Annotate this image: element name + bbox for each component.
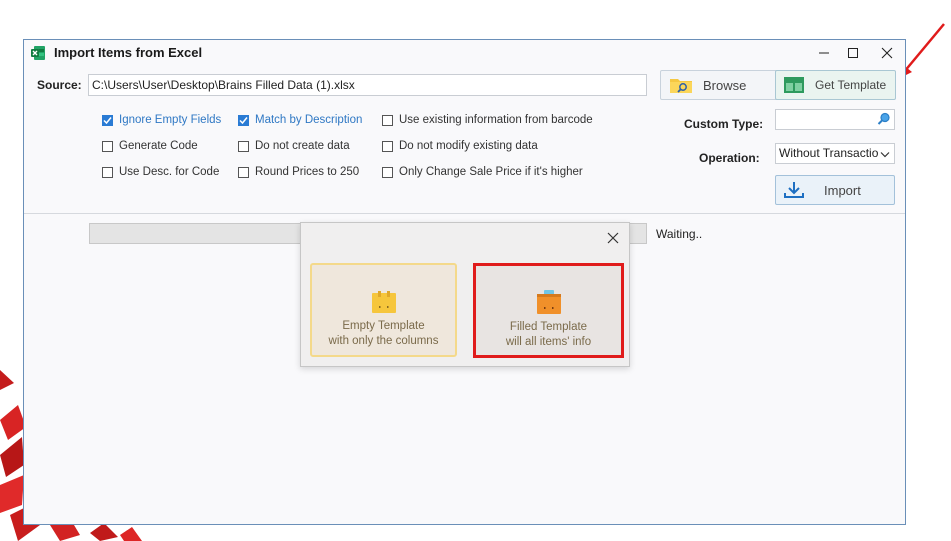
template-grid-icon [784, 77, 804, 93]
use-barcode-info-checkbox[interactable]: Use existing information from barcode [382, 114, 593, 126]
checkbox-label: Ignore Empty Fields [119, 114, 222, 126]
get-template-label: Get Template [815, 78, 887, 92]
checkbox-box [102, 166, 113, 178]
checkbox-box [238, 114, 249, 126]
filled-template-option[interactable]: Filled Template will all items' info [473, 263, 624, 358]
source-path-input[interactable]: C:\Users\User\Desktop\Brains Filled Data… [88, 74, 647, 96]
import-button[interactable]: Import [775, 175, 895, 205]
close-window-button[interactable] [870, 40, 904, 66]
checkbox-label: Generate Code [119, 140, 198, 152]
checkbox-label: Do not modify existing data [399, 140, 538, 152]
source-label: Source: [37, 78, 82, 92]
chevron-down-icon [880, 152, 890, 158]
close-icon [881, 47, 893, 59]
status-text: Waiting.. [656, 227, 703, 241]
use-desc-for-code-checkbox[interactable]: Use Desc. for Code [102, 166, 219, 178]
do-not-modify-data-checkbox[interactable]: Do not modify existing data [382, 140, 538, 152]
title-bar: Import Items from Excel [24, 40, 905, 66]
import-label: Import [824, 182, 861, 198]
filled-template-subtitle: will all items' info [505, 336, 592, 348]
operation-value: Without Transactio [779, 146, 879, 160]
checkbox-label: Match by Description [255, 114, 363, 126]
do-not-create-data-checkbox[interactable]: Do not create data [238, 140, 350, 152]
match-by-description-checkbox[interactable]: Match by Description [238, 114, 362, 126]
close-icon [607, 232, 619, 244]
custom-type-input[interactable] [775, 109, 895, 130]
folder-search-icon [670, 79, 692, 93]
operation-label: Operation: [699, 151, 760, 165]
template-popup: Empty Template with only the columns Fil… [300, 222, 630, 367]
checkbox-label: Only Change Sale Price if it's higher [399, 166, 583, 178]
download-icon [784, 182, 804, 198]
checkbox-box [382, 166, 393, 178]
operation-select[interactable]: Without Transactio [775, 143, 895, 164]
maximize-icon [848, 48, 858, 58]
round-prices-checkbox[interactable]: Round Prices to 250 [238, 166, 359, 178]
generate-code-checkbox[interactable]: Generate Code [102, 140, 198, 152]
checkbox-box [382, 140, 393, 152]
checkbox-label: Round Prices to 250 [255, 166, 360, 178]
change-sale-price-checkbox[interactable]: Only Change Sale Price if it's higher [382, 166, 583, 178]
custom-type-label: Custom Type: [684, 117, 764, 131]
check-icon [103, 116, 112, 124]
checkbox-label: Use Desc. for Code [119, 166, 220, 178]
browse-button[interactable]: Browse [660, 70, 778, 100]
minimize-icon [819, 52, 829, 54]
checkbox-box [102, 114, 113, 126]
empty-template-subtitle: with only the columns [328, 335, 439, 347]
checkbox-label: Use existing information from barcode [399, 114, 593, 126]
checkbox-box [382, 114, 393, 126]
separator [24, 213, 905, 214]
window-title: Import Items from Excel [54, 45, 203, 60]
maximize-button[interactable] [836, 40, 870, 66]
get-template-button[interactable]: Get Template [775, 70, 896, 100]
browse-label: Browse [703, 77, 747, 93]
popup-close-button[interactable] [607, 231, 619, 249]
check-icon [239, 116, 248, 124]
checkbox-box [238, 166, 249, 178]
checkbox-label: Do not create data [255, 140, 350, 152]
empty-template-title: Empty Template [342, 320, 425, 332]
filled-box-icon [536, 290, 561, 314]
excel-icon [31, 46, 45, 60]
empty-template-option[interactable]: Empty Template with only the columns [310, 263, 457, 357]
ignore-empty-fields-checkbox[interactable]: Ignore Empty Fields [102, 114, 221, 126]
empty-box-icon [371, 291, 396, 313]
checkbox-box [238, 140, 249, 152]
checkbox-box [102, 140, 113, 152]
search-icon [877, 112, 890, 125]
filled-template-title: Filled Template [509, 321, 588, 333]
